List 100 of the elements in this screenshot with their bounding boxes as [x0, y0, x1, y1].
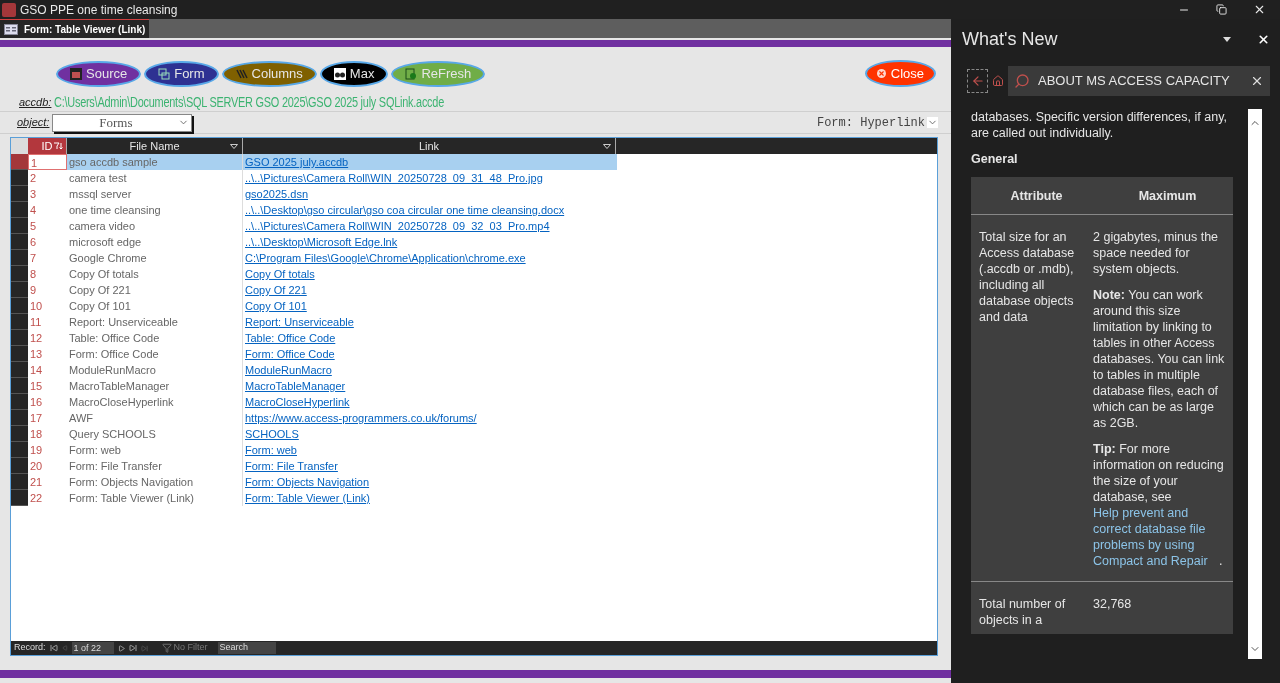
filter-toggle[interactable]: No Filter — [161, 641, 208, 655]
search-field[interactable]: Search — [217, 642, 276, 654]
section-heading: General — [971, 151, 1019, 167]
hyperlink[interactable]: gso2025.dsn — [245, 188, 308, 200]
record-selector[interactable] — [11, 170, 28, 186]
record-selector[interactable] — [11, 250, 28, 266]
table-cell-text: 14 — [29, 363, 44, 378]
form-button[interactable]: Max — [319, 60, 389, 87]
record-selector[interactable] — [11, 266, 28, 282]
filter-arrow-icon — [603, 143, 611, 149]
filter-arrow-icon — [230, 143, 238, 149]
record-selector[interactable] — [11, 474, 28, 490]
record-selector[interactable] — [11, 154, 28, 170]
record-selector[interactable] — [11, 426, 28, 442]
hyperlink[interactable]: ..\..\Desktop\Microsoft Edge.lnk — [245, 236, 398, 248]
hyperlink[interactable]: Table: Office Code — [245, 332, 336, 344]
previous-record-icon[interactable] — [61, 645, 68, 651]
record-selector[interactable] — [11, 330, 28, 346]
table-cell-text: 21 — [29, 475, 44, 490]
record-selector[interactable] — [11, 314, 28, 330]
record-selector[interactable] — [11, 490, 28, 506]
hyperlink[interactable]: ..\..\Desktop\gso circular\gso coa circular one time cleansing.docx — [245, 204, 565, 216]
hyperlink[interactable]: Form: Objects Navigation — [245, 476, 370, 488]
clear-search-icon[interactable] — [1250, 74, 1264, 88]
back-button[interactable] — [967, 69, 988, 93]
record-selector[interactable] — [11, 378, 28, 394]
dropdown-arrow-icon — [927, 117, 938, 128]
form-dropdown[interactable]: Form: Hyperlink — [816, 113, 938, 132]
record-selector[interactable] — [11, 234, 28, 250]
close-button[interactable]: Close — [864, 60, 936, 87]
object-dropdown[interactable]: Forms — [52, 113, 193, 132]
record-selector[interactable] — [11, 442, 28, 458]
record-position-field[interactable]: 1 of 22 — [71, 642, 114, 654]
table-cell-text: 11 — [29, 315, 43, 330]
record-selector[interactable] — [11, 282, 28, 298]
column-header[interactable]: ID — [28, 138, 67, 154]
hyperlink[interactable]: C:\Program Files\Google\Chrome\Application\chrome.exe — [245, 252, 526, 264]
record-selector[interactable] — [11, 458, 28, 474]
hyperlink[interactable]: Copy Of 101 — [245, 300, 307, 312]
close-x-icon — [876, 69, 886, 78]
columns-icon — [235, 67, 248, 80]
table-header: Maximum — [1137, 187, 1198, 204]
hyperlink[interactable]: Form: Office Code — [245, 348, 335, 360]
object-label: object: — [17, 115, 50, 131]
window-title: GSO PPE one time cleansing — [20, 1, 178, 19]
table-cell-text: 18 — [29, 427, 44, 442]
next-record-icon[interactable] — [117, 644, 125, 652]
hyperlink[interactable]: MacroCloseHyperlink — [245, 396, 350, 408]
windows-icon — [158, 67, 171, 80]
record-selector[interactable] — [11, 218, 28, 234]
hyperlink[interactable]: Form: File Transfer — [245, 460, 338, 472]
help-paragraph: databases. Specific version differences, if any, are called out individually. — [971, 109, 1228, 141]
form-button[interactable]: Form — [144, 60, 219, 87]
hyperlink[interactable]: SCHOOLS — [245, 428, 299, 440]
restore-icon[interactable] — [1216, 4, 1227, 15]
document-tab[interactable]: Form: Table Viewer (Link) — [0, 19, 150, 38]
hyperlink[interactable]: Form: Table Viewer (Link) — [245, 492, 370, 504]
table-cell-text: 32,768 — [1093, 596, 1133, 612]
table-cell-text: 4 — [29, 203, 38, 218]
help-search-field[interactable]: ABOUT MS ACCESS CAPACITY — [1008, 66, 1270, 96]
hyperlink[interactable]: ModuleRunMacro — [245, 364, 332, 376]
hyperlink[interactable]: Copy Of 221 — [245, 284, 307, 296]
help-link[interactable]: Help prevent and correct database file problems by using Compact and Repair — [1093, 505, 1219, 569]
table-cell-text: 12 — [29, 331, 44, 346]
table-icon — [70, 67, 82, 80]
last-record-icon[interactable] — [128, 644, 137, 652]
hyperlink[interactable]: https://www.access-programmers.co.uk/forums/ — [245, 412, 477, 424]
hyperlink[interactable]: MacroTableManager — [245, 380, 346, 392]
table-row[interactable]: 1 gso accdb sample GSO 2025 july.accdb — [11, 154, 617, 170]
hyperlink[interactable]: ..\..\Pictures\Camera Roll\WIN_20250728_09_31_48_Pro.jpg — [245, 172, 543, 184]
table-cell-text: 9 — [29, 283, 38, 298]
new-record-icon[interactable] — [140, 644, 148, 652]
record-selector[interactable] — [11, 298, 28, 314]
pane-menu-caret-icon[interactable] — [1223, 36, 1231, 42]
hyperlink[interactable]: Report: Unserviceable — [245, 316, 354, 328]
close-icon[interactable] — [1253, 3, 1266, 16]
record-selector[interactable] — [11, 186, 28, 202]
form-button[interactable]: Source — [56, 60, 142, 87]
hyperlink[interactable]: ..\..\Pictures\Camera Roll\WIN_20250728_09_32_03_Pro.mp4 — [245, 220, 550, 232]
first-record-icon[interactable] — [49, 644, 58, 652]
record-selector[interactable] — [11, 202, 28, 218]
record-label: Record: — [14, 641, 46, 655]
table-cell-text: 6 — [29, 235, 38, 250]
hyperlink[interactable]: Form: web — [245, 444, 297, 456]
table-cell-text: Total size for an Access database (.accdb or .mdb), including all database objects and data — [978, 229, 1076, 326]
record-selector[interactable] — [11, 394, 28, 410]
form-button[interactable]: Columns — [221, 60, 317, 87]
table-cell-text: 15 — [29, 379, 44, 394]
home-icon[interactable] — [992, 75, 1004, 87]
record-selector[interactable] — [11, 346, 28, 362]
record-selector[interactable] — [11, 362, 28, 378]
hyperlink[interactable]: Copy Of totals — [245, 268, 315, 280]
table-cell-text: 20 — [29, 459, 44, 474]
hyperlink[interactable]: GSO 2025 july.accdb — [245, 156, 349, 168]
table-cell-text: 7 — [29, 251, 38, 266]
accdb-label: accdb: — [19, 95, 52, 111]
record-selector[interactable] — [11, 410, 28, 426]
table-cell-text: 3 — [29, 187, 38, 202]
table-cell-text: 22 — [29, 491, 44, 506]
close-icon[interactable] — [1257, 32, 1270, 46]
